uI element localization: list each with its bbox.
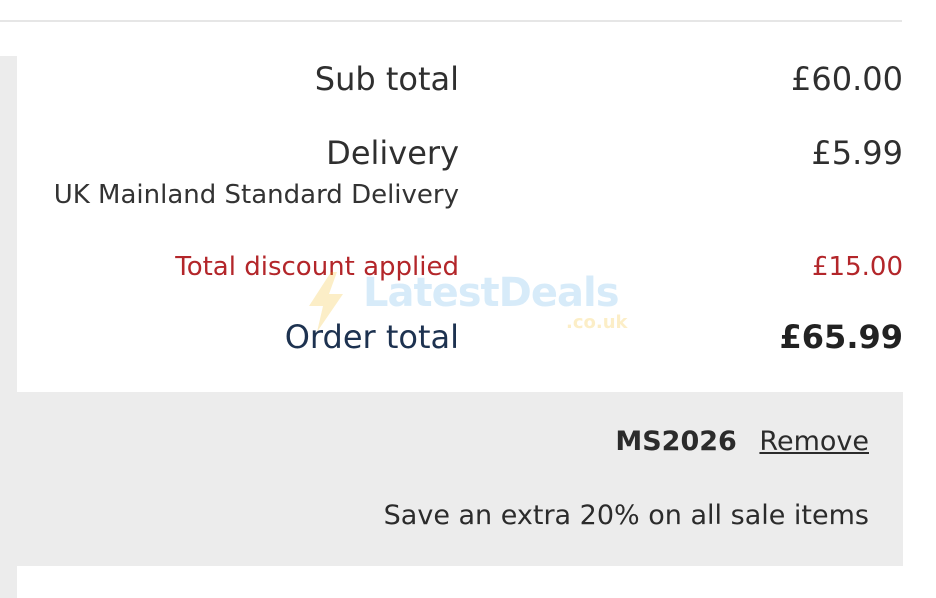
next-card: [17, 566, 903, 598]
delivery-method: UK Mainland Standard Delivery: [53, 180, 459, 210]
discount-value: £15.00: [812, 252, 903, 282]
delivery-value: £5.99: [811, 134, 903, 172]
delivery-label: Delivery: [326, 134, 459, 172]
promo-description: Save an extra 20% on all sale items: [383, 500, 869, 531]
order-summary: Sub total £60.00 Delivery £5.99 UK Mainl…: [17, 56, 903, 392]
left-strip: [0, 56, 17, 598]
order-total-label: Order total: [284, 318, 459, 356]
subtotal-label: Sub total: [314, 60, 459, 98]
right-gutter: [903, 56, 936, 598]
subtotal-value: £60.00: [791, 60, 903, 98]
promo-code-panel: MS2026 Remove Save an extra 20% on all s…: [17, 392, 903, 566]
promo-code: MS2026: [615, 426, 737, 457]
top-divider: [0, 20, 902, 22]
order-total-value: £65.99: [779, 318, 903, 356]
remove-promo-link[interactable]: Remove: [759, 426, 869, 457]
promo-code-row: MS2026 Remove: [615, 426, 869, 457]
discount-label: Total discount applied: [175, 252, 459, 282]
